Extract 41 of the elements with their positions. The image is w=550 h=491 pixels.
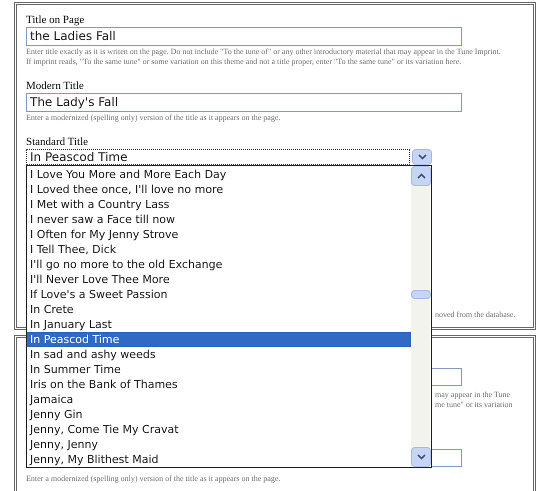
dropdown-option[interactable]: Iris on the Bank of Thames	[27, 377, 411, 392]
field-hint: me tune" or its variation	[435, 400, 512, 410]
dropdown-option[interactable]: Jamaica	[27, 392, 411, 407]
dropdown-option[interactable]: In January Last	[27, 317, 411, 332]
chevron-down-icon	[416, 454, 426, 460]
dropdown-option[interactable]: I'll Never Love Thee More	[27, 272, 411, 287]
dropdown-option[interactable]: I Met with a Country Lass	[27, 197, 411, 212]
dropdown-option[interactable]: If Love's a Sweet Passion	[27, 287, 411, 302]
dropdown-button[interactable]	[412, 149, 432, 165]
dropdown-option[interactable]: I'll go no more to the old Exchange	[27, 257, 411, 272]
dropdown-option[interactable]: In Peascod Time	[27, 332, 411, 347]
field-hint: Enter a modernized (spelling only) version of the title as it appears on the page.	[26, 473, 280, 485]
chevron-down-icon	[418, 154, 426, 160]
scroll-up-button[interactable]	[411, 166, 431, 186]
scroll-down-button[interactable]	[411, 447, 431, 467]
dropdown-option[interactable]: Jenny Gin	[27, 407, 411, 422]
chevron-up-icon	[416, 173, 426, 179]
dropdown-option[interactable]: In Crete	[27, 302, 411, 317]
dropdown-option[interactable]: I Often for My Jenny Strove	[27, 227, 411, 242]
field-hint: Enter a modernized (spelling only) version of the title as it appears on the page.	[26, 113, 282, 123]
field-hint: Enter title exactly as it is writen on the page. Do not include "To the tune of" or any other introductory material that may appear in the Tune Imprint. If imprint reads, "To the same tune" or some variation on this theme and not a title proper, enter "To the same tune" or its variation here.	[26, 47, 502, 67]
dropdown-option[interactable]: I Loved thee once, I'll love no more	[27, 182, 411, 197]
dropdown-option[interactable]: In Summer Time	[27, 362, 411, 377]
text-input[interactable]	[432, 449, 462, 467]
scrollbar[interactable]	[411, 166, 431, 467]
field-label: Title on Page	[26, 13, 86, 27]
field-hint: may appear in the Tune	[435, 390, 512, 400]
dropdown-option[interactable]: I Tell Thee, Dick	[27, 242, 411, 257]
dropdown-option[interactable]: Jenny, Come Tie My Cravat	[27, 422, 411, 437]
dropdown-option[interactable]: I Love You More and More Each Day	[27, 167, 411, 182]
dropdown-option[interactable]: Jenny, My Blithest Maid	[27, 452, 411, 467]
dropdown-option[interactable]: I never saw a Face till now	[27, 212, 411, 227]
field-label: Standard Title	[26, 135, 90, 149]
text-input[interactable]	[432, 368, 462, 386]
scroll-thumb[interactable]	[411, 290, 431, 299]
field-hint: noved from the database.	[435, 309, 516, 321]
text-input[interactable]: the Ladies Fall	[26, 27, 462, 46]
text-input[interactable]: The Lady's Fall	[26, 93, 462, 112]
field-label: Modern Title	[26, 79, 85, 93]
dropdown-option[interactable]: Jenny, Jenny	[27, 437, 411, 452]
dropdown-option[interactable]: In sad and ashy weeds	[27, 347, 411, 362]
